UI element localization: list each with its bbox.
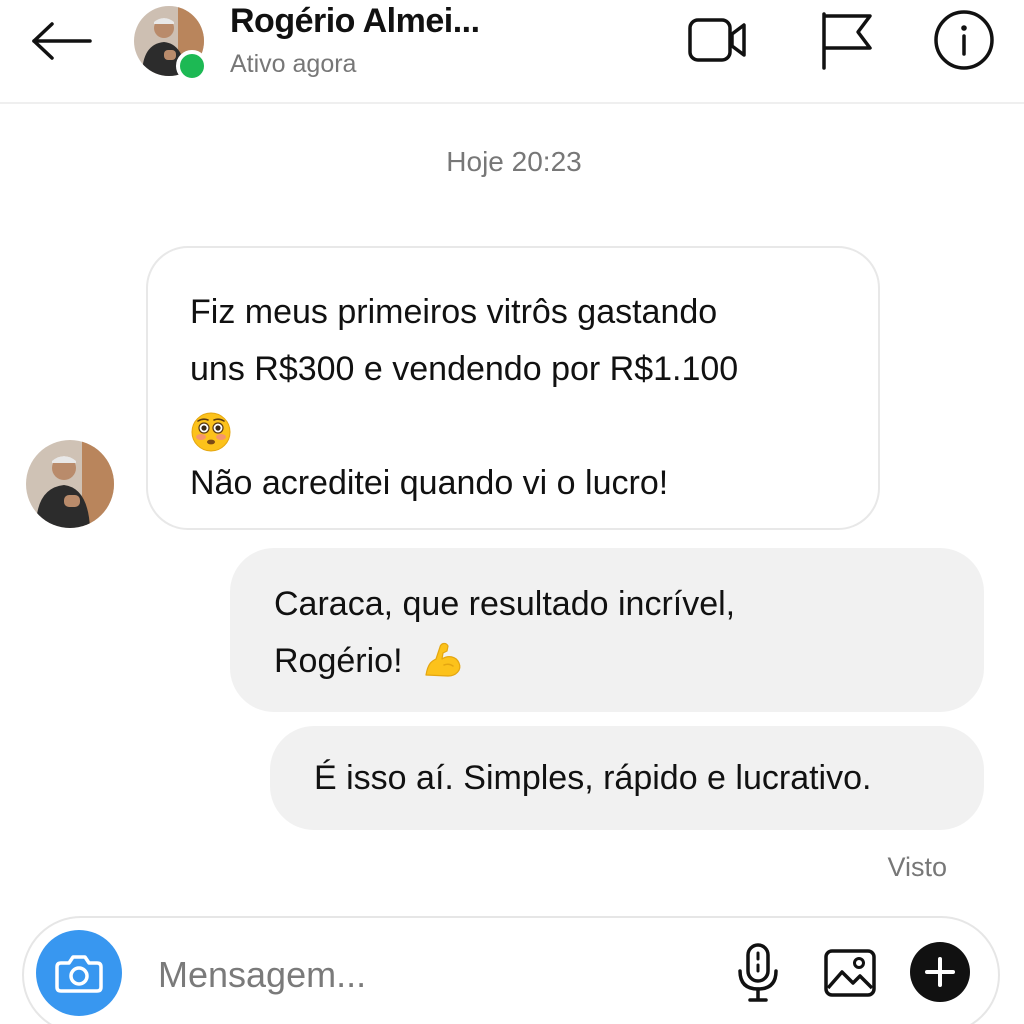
- message-text: É isso aí. Simples, rápido e lucrativo.: [314, 759, 872, 797]
- seen-receipt: Visto: [887, 852, 947, 882]
- contact-status: Ativo agora: [230, 50, 357, 78]
- message-text: Rogério!: [274, 642, 403, 680]
- message-composer: [22, 916, 1000, 1024]
- voice-message-button[interactable]: [726, 940, 790, 1006]
- arrow-left-icon: [32, 22, 92, 60]
- video-camera-icon: [688, 18, 746, 62]
- flushed-face-emoji: [191, 412, 231, 452]
- add-button[interactable]: [910, 942, 970, 1002]
- microphone-icon: [738, 943, 778, 1002]
- online-status-indicator: [176, 50, 208, 82]
- message-text: Não acreditei quando vi o lucro!: [190, 464, 669, 502]
- incoming-message-bubble[interactable]: Fiz meus primeiros vitrôs gastando uns R…: [146, 246, 880, 530]
- info-icon: [934, 10, 994, 70]
- plus-icon: [925, 957, 955, 987]
- outgoing-message-bubble[interactable]: Caraca, que resultado incrível, Rogério!: [230, 548, 984, 712]
- sender-avatar[interactable]: [26, 440, 114, 528]
- back-button[interactable]: [26, 14, 96, 68]
- chat-timestamp: Hoje 20:23: [446, 146, 582, 177]
- info-button[interactable]: [932, 10, 996, 70]
- camera-icon: [55, 955, 103, 993]
- video-call-button[interactable]: [686, 10, 750, 70]
- contact-name[interactable]: Rogério Almei...: [230, 2, 480, 41]
- image-icon: [824, 949, 876, 997]
- message-text: Caraca, que resultado incrível,: [274, 585, 736, 623]
- message-text: Fiz meus primeiros vitrôs gastando: [190, 293, 718, 331]
- chat-header: Rogério Almei... Ativo agora: [0, 0, 1024, 104]
- message-text: uns R$300 e vendendo por R$1.100: [190, 350, 739, 388]
- message-input[interactable]: [158, 942, 698, 1008]
- gallery-button[interactable]: [818, 940, 882, 1006]
- outgoing-message-bubble[interactable]: É isso aí. Simples, rápido e lucrativo.: [270, 726, 984, 830]
- report-button[interactable]: [814, 10, 878, 70]
- flexed-biceps-emoji: [425, 642, 461, 677]
- camera-button[interactable]: [36, 930, 122, 1016]
- flag-icon: [822, 12, 872, 70]
